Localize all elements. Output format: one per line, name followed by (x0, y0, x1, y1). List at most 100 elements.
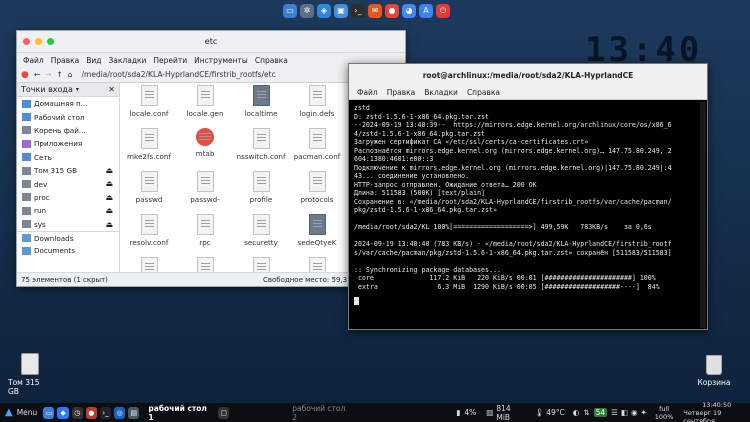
eject-icon[interactable]: ⏏ (105, 166, 113, 175)
forward-icon[interactable]: → (45, 70, 51, 79)
sidebar-item[interactable]: Корень фай... (17, 124, 119, 137)
window-icon[interactable]: ▢ (218, 406, 230, 419)
window-controls (23, 38, 54, 45)
sidebar-item[interactable]: proc ⏏ (17, 191, 119, 204)
up-icon[interactable]: ↑ (56, 70, 62, 79)
app-taskbar-icon[interactable]: ◆ (57, 406, 69, 419)
menu-help[interactable]: Справка (255, 56, 288, 65)
folder-taskbar-icon[interactable]: ▤ (128, 406, 140, 419)
maximize-button[interactable] (47, 38, 54, 45)
apps-icon (22, 139, 31, 148)
settings-icon[interactable]: ✲ (300, 4, 314, 18)
file-item[interactable] (289, 257, 345, 273)
record-icon[interactable]: ● (85, 406, 97, 419)
file-icon (252, 128, 270, 149)
file-item[interactable]: passwd- (177, 171, 233, 204)
fm-titlebar[interactable]: etc (17, 31, 405, 53)
term-menu-help[interactable]: Справка (467, 88, 500, 97)
browser-icon[interactable]: ✉ (368, 4, 382, 18)
terminal-output[interactable]: zstd D: zstd-1.5.6-1-x86_64.pkg.tar.zst --… (354, 104, 700, 291)
term-menu-tabs[interactable]: Вкладки (424, 88, 458, 97)
gallery-icon[interactable]: ▣ (334, 4, 348, 18)
file-item[interactable]: profile (233, 171, 289, 204)
file-item[interactable]: protocols (289, 171, 345, 204)
file-item[interactable]: nsswitch.conf (233, 128, 289, 161)
terminal-icon[interactable]: ›_ (351, 4, 365, 18)
network-icon[interactable]: ◈ (317, 4, 331, 18)
location-bar[interactable]: /media/root/sda2/KLA-HyprlandCE/firstrib… (82, 70, 276, 79)
file-name: mtab (195, 149, 215, 158)
term-menu-edit[interactable]: Правка (387, 88, 416, 97)
menu-file[interactable]: Файл (23, 56, 44, 65)
store-icon[interactable]: ◕ (402, 4, 416, 18)
close-button[interactable] (23, 38, 30, 45)
file-item[interactable]: resolv.conf (121, 214, 177, 247)
menu-edit[interactable]: Правка (51, 56, 80, 65)
file-item[interactable]: mtab (177, 128, 233, 158)
file-item[interactable] (177, 257, 233, 273)
sidebar-item[interactable]: Documents (17, 244, 119, 257)
sidebar-item[interactable]: sys ⏏ (17, 218, 119, 231)
minimize-button[interactable] (35, 38, 42, 45)
menu-view[interactable]: Вид (86, 56, 101, 65)
sidebar-item[interactable]: Рабочий стол (17, 110, 119, 123)
file-item[interactable]: login.defs (289, 85, 345, 118)
clock-app-icon[interactable]: ◷ (71, 406, 83, 419)
desktop-drive-icon[interactable]: Том 315 GB (8, 353, 52, 396)
close-icon[interactable]: ✕ (108, 85, 115, 94)
terminal-titlebar[interactable]: root@archlinux:/media/root/sda2/KLA-Hypr… (349, 64, 707, 86)
sidebar-item[interactable]: dev ⏏ (17, 177, 119, 190)
sidebar-item[interactable]: run ⏏ (17, 204, 119, 217)
sidebar-item[interactable]: Том 315 GB ⏏ (17, 164, 119, 177)
menu-go[interactable]: Перейти (153, 56, 187, 65)
home-icon[interactable]: ⌂ (68, 70, 73, 79)
file-item[interactable]: locale.conf (121, 85, 177, 118)
file-item[interactable]: pacman.conf (289, 128, 345, 161)
volume-icon[interactable]: ◐ (573, 408, 580, 417)
sidebar-item[interactable]: Приложения (17, 137, 119, 150)
network-status-icon[interactable]: ⇅ (583, 408, 589, 417)
file-item[interactable]: securetty (233, 214, 289, 247)
back-icon[interactable]: ← (34, 70, 40, 79)
file-item[interactable]: rpc (177, 214, 233, 247)
browser-taskbar-icon[interactable]: ◎ (114, 406, 126, 419)
sidebar-header[interactable]: Точки входа ▾ ✕ (17, 83, 119, 97)
sidebar-item[interactable]: Downloads (17, 230, 119, 244)
updates-badge[interactable]: 54 (593, 408, 608, 417)
eject-icon[interactable]: ⏏ (105, 206, 113, 215)
menu-tools[interactable]: Инструменты (194, 56, 248, 65)
file-item[interactable]: passwd (121, 171, 177, 204)
tray-icon-b[interactable]: ◧ (621, 408, 628, 417)
eject-icon[interactable]: ⏏ (105, 193, 113, 202)
folder-icon[interactable]: ▭ (283, 4, 297, 18)
file-item[interactable]: sedeQtyeK (289, 214, 345, 247)
tray-icon-d[interactable]: ✦ (640, 408, 646, 417)
workspace-1[interactable]: рабочий стол 1 (148, 404, 210, 422)
file-item[interactable] (233, 257, 289, 273)
clock-widget[interactable]: 13:40:50 Четверг 19 сентября (683, 401, 750, 422)
eject-icon[interactable]: ⏏ (105, 179, 113, 188)
mail-icon[interactable]: ● (385, 4, 399, 18)
desktop-trash-icon[interactable]: Корзина (694, 355, 734, 387)
term-menu-file[interactable]: Файл (357, 88, 378, 97)
tray-icon-c[interactable]: ◉ (631, 408, 638, 417)
file-item[interactable] (121, 257, 177, 273)
file-item[interactable]: locale.gen (177, 85, 233, 118)
sidebar-item[interactable]: Домашняя п... (17, 97, 119, 110)
eject-icon[interactable]: ⏏ (105, 220, 113, 229)
menu-icon[interactable]: ▲ (5, 407, 13, 418)
terminal-scrollbar[interactable] (700, 102, 706, 328)
stop-icon[interactable]: ● (21, 70, 29, 80)
workspace-2[interactable]: рабочий стол 2 (292, 404, 348, 422)
menu-button[interactable]: Menu (17, 408, 38, 417)
power-icon[interactable]: ⏻ (436, 4, 450, 18)
files-taskbar-icon[interactable]: ▭ (43, 406, 55, 419)
file-item[interactable]: localtime (233, 85, 289, 118)
tray-icon-a[interactable]: ☰ (611, 408, 618, 417)
terminal-taskbar-icon[interactable]: ›_ (99, 406, 112, 419)
file-item[interactable]: mke2fs.conf (121, 128, 177, 161)
appstore-icon[interactable]: A (419, 4, 433, 18)
menu-bookmarks[interactable]: Закладки (109, 56, 147, 65)
sidebar-item[interactable]: Сеть (17, 151, 119, 164)
terminal-line: core 117.2 KiB 220 KiB/s 00:01 [########… (354, 274, 656, 282)
